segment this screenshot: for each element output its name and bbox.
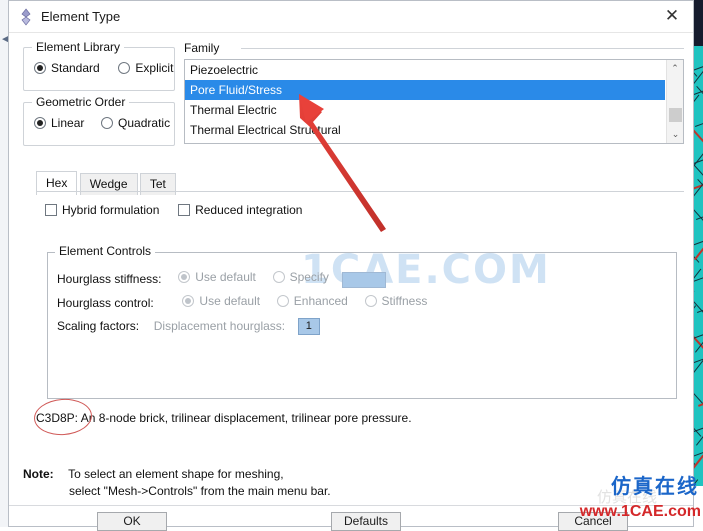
family-item-thermal-electrical-structural[interactable]: Thermal Electrical Structural: [185, 120, 665, 140]
element-type-diamond-icon: [17, 7, 35, 26]
element-controls-legend: Element Controls: [55, 244, 156, 258]
radio-dot-icon: [101, 117, 114, 129]
family-legend-rule: [241, 48, 684, 49]
hourglass-control-row: Hourglass control: Use default Enhanced …: [57, 294, 427, 310]
checkbox-hybrid-formulation[interactable]: Hybrid formulation: [45, 203, 159, 217]
radio-hourglass-control-stiffness[interactable]: Stiffness: [364, 294, 428, 308]
radio-hg-control-stiffness-label: Stiffness: [381, 294, 428, 308]
ok-button[interactable]: OK: [97, 512, 167, 531]
defaults-button[interactable]: Defaults: [331, 512, 401, 531]
element-type-dialog: Element Type ✕ Element Library Standard …: [8, 0, 694, 531]
radio-hourglass-control-use-default[interactable]: Use default: [182, 294, 260, 308]
checkbox-reduced-integration[interactable]: Reduced integration: [178, 203, 302, 217]
scrollbar-thumb[interactable]: [669, 108, 682, 122]
note-text-line2: select "Mesh->Controls" from the main me…: [69, 484, 331, 498]
geometric-order-legend: Geometric Order: [32, 95, 130, 109]
radio-hourglass-control-enhanced[interactable]: Enhanced: [276, 294, 348, 308]
scaling-factors-row: Scaling factors: Displacement hourglass:…: [57, 318, 320, 335]
radio-dot-icon: [34, 117, 46, 129]
radio-quadratic-label: Quadratic: [118, 116, 171, 130]
close-icon[interactable]: ✕: [655, 3, 689, 29]
element-code: C3D8P:: [36, 411, 79, 425]
family-item-thermal-electric[interactable]: Thermal Electric: [185, 100, 665, 120]
scroll-down-icon[interactable]: ⌄: [667, 126, 683, 143]
cancel-button[interactable]: Cancel: [558, 512, 628, 531]
radio-linear[interactable]: Linear: [34, 116, 84, 130]
radio-dot-icon: [178, 271, 191, 283]
radio-standard-label: Standard: [51, 61, 100, 75]
hourglass-stiffness-row: Hourglass stiffness: Use default Specify: [57, 270, 386, 288]
element-library-group: Element Library Standard Explicit: [23, 40, 175, 91]
family-legend: Family: [184, 41, 220, 55]
radio-hg-stiffness-default-label: Use default: [195, 270, 256, 284]
dialog-title: Element Type: [41, 9, 121, 24]
radio-linear-label: Linear: [51, 116, 85, 130]
radio-dot-icon: [364, 295, 377, 307]
note-line-1: Note: To select an element shape for mes…: [23, 467, 331, 481]
footer-separator: [9, 505, 693, 506]
family-scrollbar[interactable]: ⌃ ⌄: [666, 60, 683, 143]
note-text-line1: To select an element shape for meshing,: [68, 467, 284, 481]
radio-hg-stiffness-specify-label: Specify: [289, 270, 329, 284]
checkbox-box-icon: [178, 204, 191, 216]
formulation-options: Hybrid formulation Reduced integration: [45, 203, 302, 219]
radio-hourglass-stiffness-specify[interactable]: Specify: [272, 270, 329, 284]
note-block: Note: To select an element shape for mes…: [23, 467, 331, 498]
displacement-hourglass-input[interactable]: 1: [297, 318, 320, 335]
radio-explicit[interactable]: Explicit: [118, 61, 173, 75]
radio-dot-icon: [118, 62, 131, 74]
element-library-legend: Element Library: [32, 40, 125, 54]
radio-standard[interactable]: Standard: [34, 61, 100, 75]
geometric-order-group: Geometric Order Linear Quadratic: [23, 95, 175, 146]
scaling-factors-label: Scaling factors:: [57, 318, 140, 333]
hourglass-control-label: Hourglass control:: [57, 296, 154, 310]
checkbox-reduced-label: Reduced integration: [195, 203, 303, 217]
element-controls-group: Element Controls Hourglass stiffness: Us…: [47, 244, 677, 399]
note-label: Note:: [23, 467, 54, 481]
hourglass-stiffness-label: Hourglass stiffness:: [57, 272, 162, 286]
family-listbox[interactable]: Piezoelectric Pore Fluid/Stress Thermal …: [184, 59, 684, 144]
element-description-text: An 8-node brick, trilinear displacement,…: [80, 411, 412, 425]
family-list-rows: Piezoelectric Pore Fluid/Stress Thermal …: [185, 60, 665, 140]
radio-dot-icon: [276, 295, 289, 307]
radio-hg-control-enhanced-label: Enhanced: [293, 294, 348, 308]
checkbox-hybrid-label: Hybrid formulation: [62, 203, 160, 217]
hourglass-stiffness-value-field[interactable]: [341, 271, 386, 288]
dialog-titlebar: Element Type ✕: [9, 1, 693, 33]
radio-quadratic[interactable]: Quadratic: [101, 116, 170, 130]
checkbox-box-icon: [45, 204, 57, 216]
element-description: C3D8P: An 8-node brick, trilinear displa…: [36, 411, 412, 425]
radio-explicit-label: Explicit: [135, 61, 174, 75]
family-item-pore-fluid-stress[interactable]: Pore Fluid/Stress: [185, 80, 665, 100]
radio-hg-control-default-label: Use default: [199, 294, 261, 308]
radio-dot-icon: [182, 295, 195, 307]
displacement-hourglass-label: Displacement hourglass:: [153, 318, 286, 333]
radio-hourglass-stiffness-use-default[interactable]: Use default: [178, 270, 256, 284]
family-item-piezoelectric[interactable]: Piezoelectric: [185, 60, 665, 80]
radio-dot-icon: [34, 62, 46, 74]
scroll-up-icon[interactable]: ⌃: [667, 60, 683, 77]
radio-dot-icon: [272, 271, 285, 283]
